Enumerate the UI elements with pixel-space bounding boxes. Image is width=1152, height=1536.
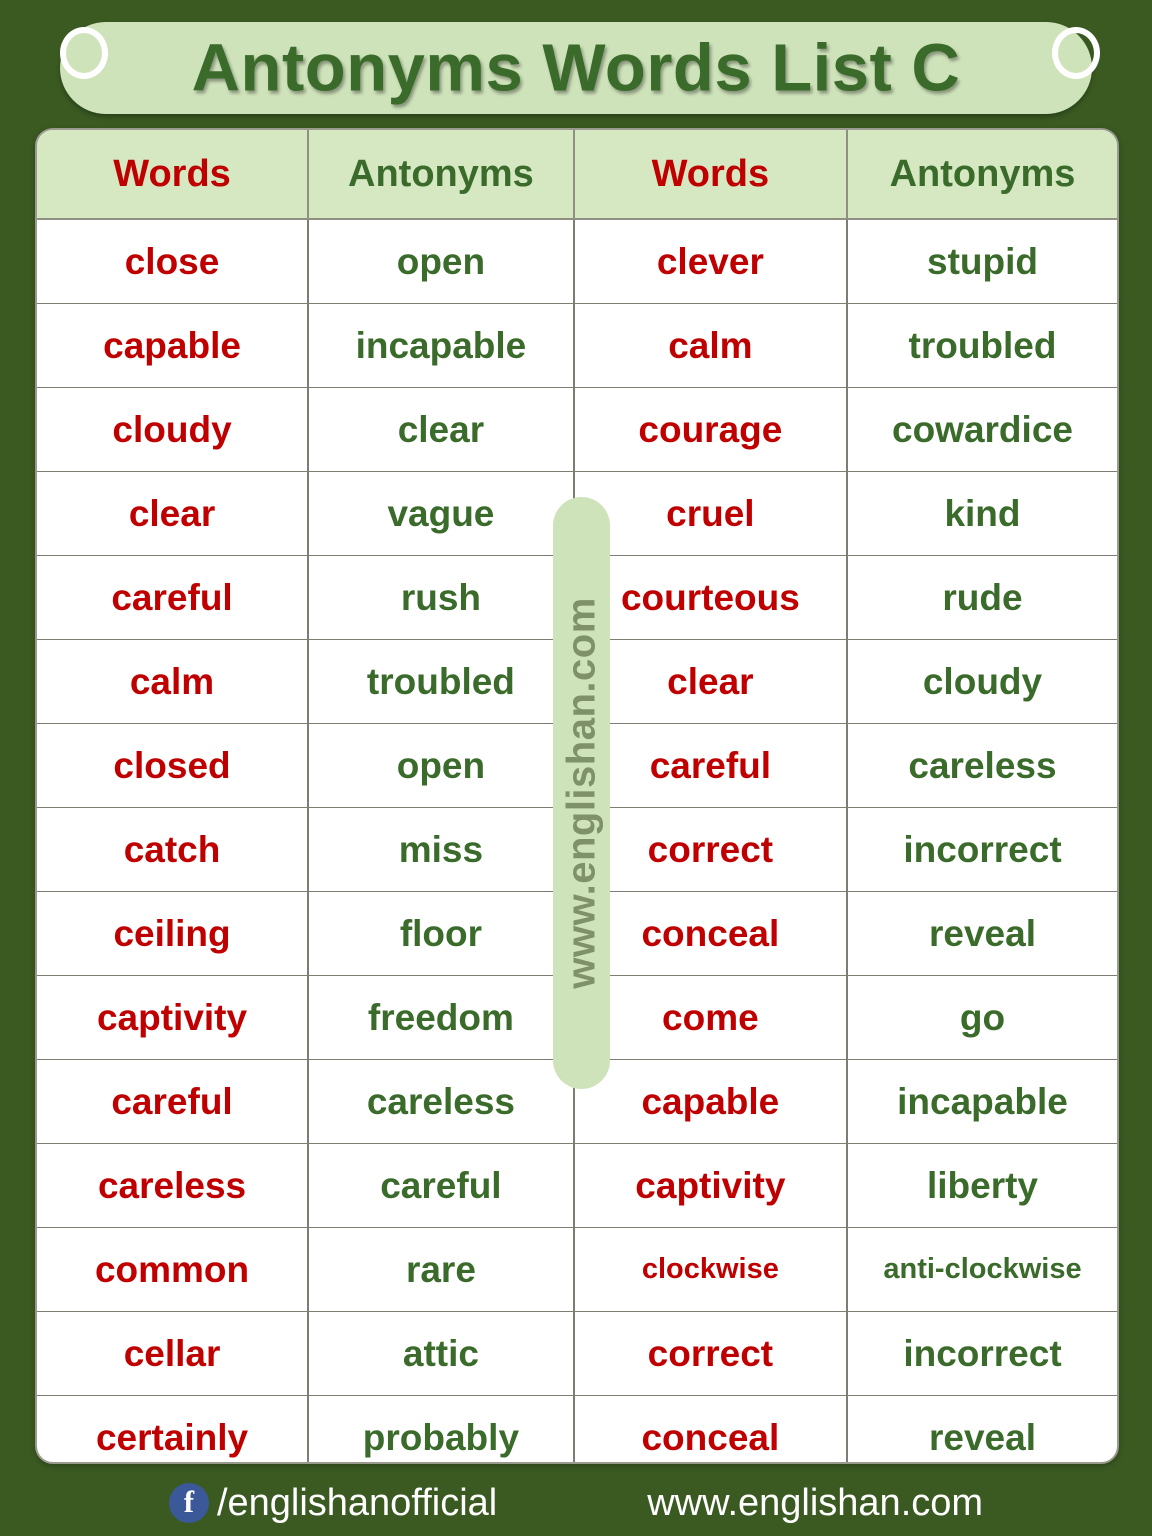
column-header-antonyms-2: Antonyms: [846, 130, 1117, 220]
website-url-label[interactable]: www.englishan.com: [647, 1484, 983, 1522]
cell-word-right: conceal: [573, 1395, 848, 1462]
table-row: common rare clockwise anti-clockwise: [37, 1227, 1117, 1312]
antonyms-table-card: Words Antonyms Words Antonyms close open c…: [35, 128, 1119, 1464]
cell-antonym-left: careful: [308, 1143, 575, 1228]
table-row: cloudy clear courage cowardice: [37, 387, 1117, 472]
cell-antonym-left: open: [308, 219, 575, 304]
table-row: cellar attic correct incorrect: [37, 1311, 1117, 1396]
cell-antonym-right: liberty: [846, 1143, 1117, 1228]
table-row: careless careful captivity liberty: [37, 1143, 1117, 1228]
cell-antonym-left: vague: [308, 471, 575, 556]
footer: f /englishanofficial www.englishan.com: [0, 1470, 1152, 1536]
cell-antonym-right: incorrect: [846, 807, 1117, 892]
cell-word-left: careless: [37, 1143, 310, 1228]
column-header-words-1: Words: [37, 130, 310, 220]
binder-ring-right-icon: [1052, 27, 1100, 79]
facebook-handle-label: /englishanofficial: [216, 1482, 498, 1524]
cell-word-left: closed: [37, 723, 310, 808]
cell-word-right: cruel: [573, 471, 848, 556]
cell-word-left: cloudy: [37, 387, 310, 472]
table-body: close open clever stupid capable incapable cal…: [37, 219, 1117, 1462]
table-row: capable incapable calm troubled: [37, 303, 1117, 388]
cell-antonym-right: troubled: [846, 303, 1117, 388]
cell-word-right: courteous: [573, 555, 848, 640]
title-banner-plate: Antonyms Words List C: [60, 22, 1092, 114]
cell-word-right: come: [573, 975, 848, 1060]
cell-word-left: cellar: [37, 1311, 310, 1396]
cell-word-left: close: [37, 219, 310, 304]
cell-word-right: capable: [573, 1059, 848, 1144]
table-row: calm troubled clear cloudy: [37, 639, 1117, 724]
table-header-row: Words Antonyms Words Antonyms: [37, 130, 1117, 220]
cell-antonym-left: troubled: [308, 639, 575, 724]
cell-word-left: certainly: [37, 1395, 310, 1462]
cell-antonym-left: open: [308, 723, 575, 808]
cell-antonym-left: freedom: [308, 975, 575, 1060]
cell-word-left: capable: [37, 303, 310, 388]
cell-antonym-right: go: [846, 975, 1117, 1060]
cell-word-right: conceal: [573, 891, 848, 976]
table-row: captivity freedom come go: [37, 975, 1117, 1060]
cell-antonym-left: rare: [308, 1227, 575, 1312]
binder-ring-left-icon: [60, 27, 108, 79]
cell-antonym-left: floor: [308, 891, 575, 976]
cell-antonym-right: anti-clockwise: [846, 1227, 1117, 1312]
table-header: Words Antonyms Words Antonyms: [37, 130, 1117, 220]
cell-antonym-right: reveal: [846, 1395, 1117, 1462]
cell-antonym-left: clear: [308, 387, 575, 472]
cell-word-left: catch: [37, 807, 310, 892]
cell-antonym-right: cowardice: [846, 387, 1117, 472]
cell-word-right: courage: [573, 387, 848, 472]
column-header-words-2: Words: [573, 130, 848, 220]
cell-antonym-right: incorrect: [846, 1311, 1117, 1396]
cell-antonym-left: careless: [308, 1059, 575, 1144]
cell-word-right: clever: [573, 219, 848, 304]
table-row: certainly probably conceal reveal: [37, 1395, 1117, 1462]
cell-word-left: ceiling: [37, 891, 310, 976]
cell-word-right: correct: [573, 807, 848, 892]
table-row: careful careless capable incapable: [37, 1059, 1117, 1144]
cell-word-right: careful: [573, 723, 848, 808]
cell-antonym-right: reveal: [846, 891, 1117, 976]
cell-antonym-left: miss: [308, 807, 575, 892]
cell-word-left: careful: [37, 1059, 310, 1144]
cell-antonym-left: incapable: [308, 303, 575, 388]
table-row: catch miss correct incorrect: [37, 807, 1117, 892]
cell-word-left: clear: [37, 471, 310, 556]
facebook-icon: f: [168, 1483, 209, 1523]
cell-antonym-right: rude: [846, 555, 1117, 640]
table-row: ceiling floor conceal reveal: [37, 891, 1117, 976]
table-row: close open clever stupid: [37, 219, 1117, 304]
antonyms-table: Words Antonyms Words Antonyms close open c…: [37, 130, 1117, 1462]
cell-antonym-right: cloudy: [846, 639, 1117, 724]
page-title: Antonyms Words List C: [191, 30, 961, 106]
cell-word-right: captivity: [573, 1143, 848, 1228]
cell-antonym-left: attic: [308, 1311, 575, 1396]
cell-antonym-left: rush: [308, 555, 575, 640]
cell-word-right: correct: [573, 1311, 848, 1396]
cell-word-left: captivity: [37, 975, 310, 1060]
cell-word-right: clockwise: [573, 1227, 848, 1312]
cell-antonym-right: careless: [846, 723, 1117, 808]
table-row: careful rush courteous rude: [37, 555, 1117, 640]
cell-antonym-right: stupid: [927, 241, 1038, 282]
cell-word-left: calm: [37, 639, 310, 724]
cell-antonym-right: incapable: [846, 1059, 1117, 1144]
table-row: clear vague cruel kind: [37, 471, 1117, 556]
cell-antonym-right: kind: [846, 471, 1117, 556]
facebook-link[interactable]: f /englishanofficial: [168, 1482, 498, 1524]
cell-word-right: clear: [573, 639, 848, 724]
column-header-antonyms-1: Antonyms: [308, 130, 575, 220]
cell-antonym-left: probably: [308, 1395, 575, 1462]
cell-word-right: calm: [573, 303, 848, 388]
table-row: closed open careful careless: [37, 723, 1117, 808]
cell-word-left: careful: [37, 555, 310, 640]
title-banner: Antonyms Words List C: [0, 0, 1152, 118]
cell-word-left: common: [37, 1227, 310, 1312]
